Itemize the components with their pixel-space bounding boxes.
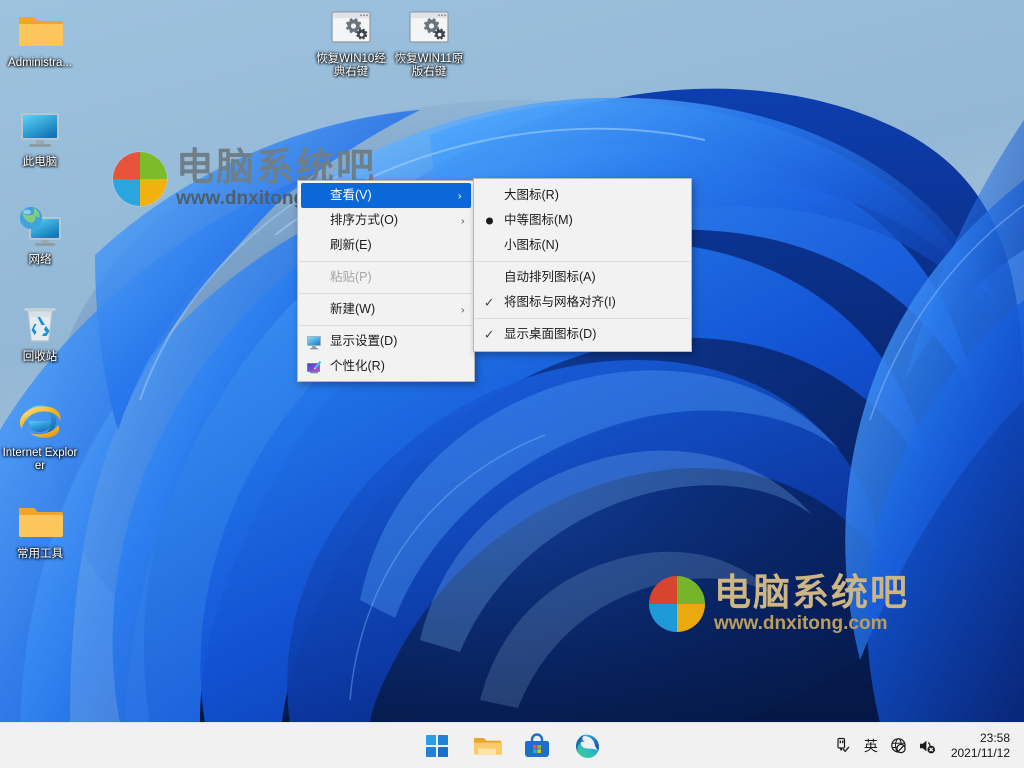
submenu-item-align-to-grid[interactable]: ✓ 将图标与网格对齐(I) (474, 290, 691, 315)
safely-remove-hardware-icon[interactable] (829, 730, 857, 762)
start-button[interactable] (422, 731, 452, 761)
registry-file-icon (407, 6, 451, 50)
desktop-icon-label: 此电脑 (22, 156, 58, 168)
context-menu-item-paste: 粘贴(P) (298, 265, 474, 290)
context-menu-item-label: 显示设置(D) (330, 334, 398, 348)
clock[interactable]: 23:58 2021/11/12 (941, 731, 1016, 761)
registry-file-icon (329, 6, 373, 50)
chevron-right-icon: › (457, 189, 462, 202)
clock-date: 2021/11/12 (950, 745, 1010, 760)
desktop-icon-this-pc[interactable]: 此电脑 (1, 105, 79, 169)
checkmark-icon: ✓ (484, 295, 495, 309)
monitor-icon (306, 334, 322, 350)
submenu-item-label: 显示桌面图标(D) (504, 327, 597, 341)
submenu-item-label: 大图标(R) (504, 188, 559, 202)
ime-language-label: 英 (863, 737, 878, 754)
submenu-item-label: 将图标与网格对齐(I) (504, 295, 616, 309)
desktop-icon-label: Administra... (8, 57, 72, 69)
desktop-icon-label: 恢复WIN11原版右键 (394, 53, 464, 78)
microsoft-edge-button[interactable] (572, 731, 602, 761)
folder-icon (16, 497, 64, 545)
taskbar: 英 23:58 2021/11/12 (0, 722, 1024, 768)
microsoft-store-button[interactable] (522, 731, 552, 761)
context-menu-item-new[interactable]: 新建(W) › (298, 297, 474, 322)
submenu-item-label: 自动排列图标(A) (504, 270, 596, 284)
submenu-separator (475, 318, 690, 319)
submenu-item-label: 小图标(N) (504, 238, 559, 252)
ime-indicator[interactable]: 英 (857, 730, 885, 762)
watermark-logo-icon (112, 151, 168, 207)
chevron-right-icon: › (460, 303, 465, 316)
desktop-icon-label: 恢复WIN10经典右键 (316, 53, 386, 78)
file-explorer-button[interactable] (472, 731, 503, 761)
context-menu-item-label: 刷新(E) (330, 238, 372, 252)
watermark-logo-icon-2 (648, 575, 706, 633)
computer-icon (16, 105, 64, 153)
desktop-icon-restore-win11-original-menu[interactable]: 恢复WIN11原版右键 (390, 6, 468, 79)
watermark-url-2: www.dnxitong.com (714, 613, 888, 634)
desktop-icon-label: Internet Explorer (2, 447, 78, 472)
context-menu-item-label: 排序方式(O) (330, 213, 399, 227)
submenu-item-label: 中等图标(M) (504, 213, 573, 227)
clock-time: 23:58 (979, 730, 1010, 745)
context-menu-item-label: 查看(V) (330, 188, 372, 202)
network-disconnected-icon[interactable] (885, 730, 913, 762)
chevron-right-icon: › (460, 214, 465, 227)
radio-selected-icon (486, 217, 493, 224)
context-menu-item-label: 新建(W) (330, 302, 376, 316)
desktop-icon-label: 常用工具 (17, 548, 63, 560)
context-menu-separator (299, 293, 473, 294)
submenu-item-medium-icons[interactable]: 中等图标(M) (474, 208, 691, 233)
system-tray: 英 23:58 2021/11/12 (829, 723, 1016, 768)
desktop-screen: 电脑系统吧 www.dnxitong.com 电脑系统吧 www.dnxiton… (0, 0, 1024, 768)
desktop-icon-network[interactable]: 网络 (1, 203, 79, 267)
context-menu-item-sort-by[interactable]: 排序方式(O) › (298, 208, 474, 233)
submenu-item-large-icons[interactable]: 大图标(R) (474, 183, 691, 208)
network-icon (16, 203, 64, 251)
watermark-title-2: 电脑系统吧 (714, 572, 909, 613)
recycle-bin-icon (16, 300, 64, 348)
submenu-item-auto-arrange[interactable]: 自动排列图标(A) (474, 265, 691, 290)
personalize-icon (306, 359, 322, 375)
checkmark-icon: ✓ (484, 327, 495, 341)
desktop-icon-restore-win10-classic-menu[interactable]: 恢复WIN10经典右键 (312, 6, 390, 79)
desktop-icon-label: 网络 (28, 254, 52, 266)
context-menu-separator (299, 325, 473, 326)
watermark-bottom-right: 电脑系统吧 www.dnxitong.com (648, 573, 909, 635)
submenu-item-show-desktop-icons[interactable]: ✓ 显示桌面图标(D) (474, 322, 691, 347)
desktop-icon-administrator-folder[interactable]: Administra... (1, 6, 79, 70)
view-submenu[interactable]: 大图标(R) 中等图标(M) 小图标(N) 自动排列图标(A) ✓ 将图标与网格… (473, 178, 692, 352)
submenu-item-small-icons[interactable]: 小图标(N) (474, 233, 691, 258)
context-menu-item-refresh[interactable]: 刷新(E) (298, 233, 474, 258)
context-menu-item-display-settings[interactable]: 显示设置(D) (298, 329, 474, 354)
context-menu-item-view[interactable]: 查看(V) › (301, 183, 471, 208)
desktop-context-menu[interactable]: 查看(V) › 排序方式(O) › 刷新(E) 粘贴(P) 新建(W) › 显示… (297, 180, 475, 382)
folder-icon (16, 6, 64, 54)
internet-explorer-icon (16, 396, 64, 444)
context-menu-separator (299, 261, 473, 262)
context-menu-item-label: 个性化(R) (330, 359, 385, 373)
desktop-icon-recycle-bin[interactable]: 回收站 (1, 300, 79, 364)
submenu-separator (475, 261, 690, 262)
context-menu-item-label: 粘贴(P) (330, 270, 372, 284)
volume-muted-icon[interactable] (913, 730, 941, 762)
context-menu-item-personalize[interactable]: 个性化(R) (298, 354, 474, 379)
desktop-icon-label: 回收站 (22, 351, 58, 363)
desktop-icon-internet-explorer[interactable]: Internet Explorer (1, 396, 79, 473)
desktop-icon-common-tools-folder[interactable]: 常用工具 (1, 497, 79, 561)
